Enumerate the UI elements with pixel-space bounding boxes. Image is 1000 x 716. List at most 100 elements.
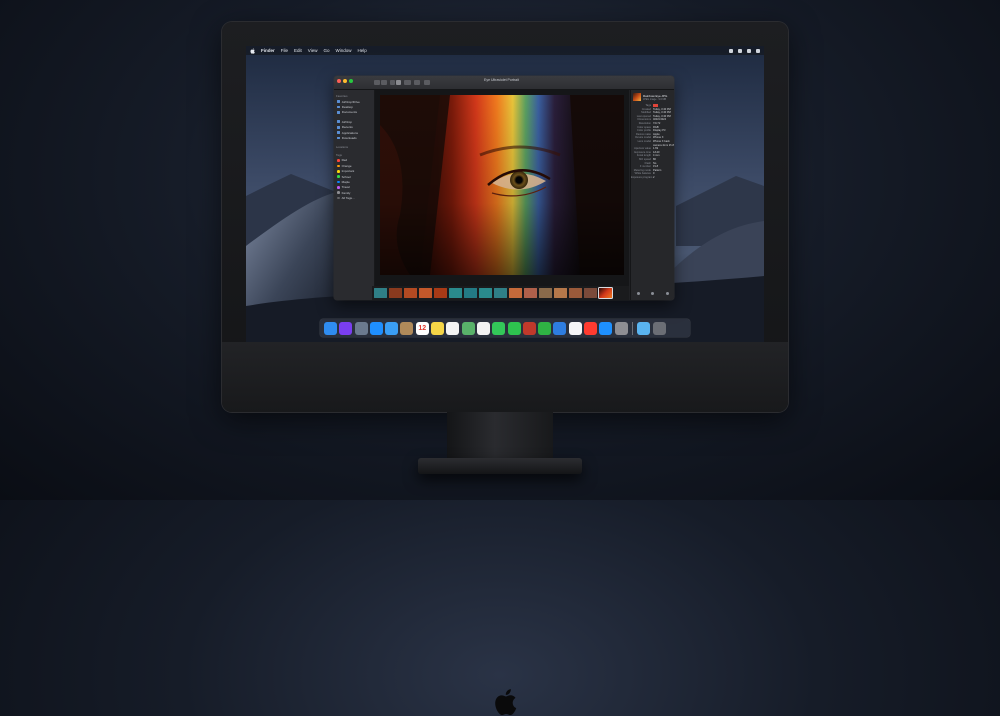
thumbnail[interactable] — [389, 288, 402, 298]
menu-app-name[interactable]: Finder — [261, 48, 275, 53]
tags-button[interactable] — [424, 80, 430, 85]
dock-facetime-icon[interactable] — [507, 321, 521, 335]
apple-menu-icon[interactable] — [250, 47, 255, 54]
dock-mail-icon[interactable] — [385, 321, 399, 335]
tag-label: Family — [341, 190, 351, 195]
forward-button[interactable] — [381, 80, 387, 85]
tag-color-dot — [337, 186, 340, 189]
dock: 12 — [320, 319, 690, 337]
back-button[interactable] — [374, 80, 380, 85]
dock-keynote-icon[interactable] — [553, 321, 567, 335]
cloud-icon — [337, 100, 340, 104]
sidebar-item-downloads[interactable]: Downloads — [334, 135, 374, 140]
window-titlebar[interactable]: Eye Ultraviolet Portrait — [334, 76, 674, 90]
menu-go[interactable]: Go — [323, 48, 329, 53]
thumbnail[interactable] — [509, 288, 522, 298]
menu-edit[interactable]: Edit — [294, 48, 302, 53]
thumbnail[interactable] — [539, 288, 552, 298]
thumbnail[interactable] — [524, 288, 537, 298]
spotlight-icon[interactable] — [747, 48, 751, 53]
dock-messages-icon[interactable] — [492, 321, 506, 335]
finder-window: Eye Ultraviolet Portrait Favorites AirDr… — [334, 76, 674, 300]
menu-bar: Finder File Edit View Go Window Help — [246, 46, 764, 55]
sidebar-item-label: Desktop — [341, 105, 353, 110]
sidebar: Favorites AirDrop/Drive Desktop Document… — [334, 90, 375, 300]
share-button[interactable] — [414, 80, 420, 85]
dock-downloads-icon[interactable] — [637, 321, 651, 335]
dock-icon-glyph: 12 — [418, 324, 427, 332]
sidebar-section-locations: Locations — [336, 144, 348, 149]
thumbnail-strip — [372, 286, 629, 300]
sidebar-item-label: AirDrop/Drive — [341, 99, 360, 104]
menu-view[interactable]: View — [308, 48, 318, 53]
apple-logo — [495, 689, 517, 716]
dock-photos-icon[interactable] — [476, 321, 490, 335]
tag-label: Red — [341, 158, 348, 163]
rotate-left-icon[interactable] — [636, 291, 640, 295]
sidebar-item-label: AirDrop — [341, 119, 352, 124]
close-button[interactable] — [337, 79, 341, 83]
tag-color-dot — [337, 180, 340, 184]
menu-help[interactable]: Help — [358, 48, 367, 53]
dock-app-store-icon[interactable] — [599, 321, 613, 335]
dock-notes-icon[interactable] — [431, 321, 445, 335]
more-icon[interactable] — [666, 291, 670, 295]
file-name: Rainbow Eye.JPG — [643, 93, 668, 98]
dock-finder-icon[interactable] — [324, 321, 337, 335]
view-gallery-button[interactable] — [396, 80, 401, 85]
sidebar-tag-all[interactable]: All Tags... — [334, 195, 374, 200]
markup-icon[interactable] — [651, 291, 655, 295]
status-menus — [729, 48, 760, 53]
file-thumbnail — [633, 93, 641, 101]
thumbnail[interactable] — [374, 288, 387, 298]
dock-launchpad-icon[interactable] — [354, 321, 368, 335]
view-icon-button[interactable] — [390, 80, 395, 85]
preview-pane: Rainbow Eye.JPG JPEG image · 9.6 MB Tags… — [630, 90, 674, 300]
dock-trash-icon[interactable] — [652, 321, 666, 335]
dock-safari-icon[interactable] — [369, 321, 383, 335]
thumbnail[interactable] — [434, 288, 447, 298]
dock-photo-booth-icon[interactable] — [522, 321, 536, 335]
dock-contacts-icon[interactable] — [400, 321, 414, 335]
thumbnail[interactable] — [569, 288, 582, 298]
dock-numbers-icon[interactable] — [538, 321, 552, 335]
thumbnail[interactable] — [464, 288, 477, 298]
metadata-key: Exposure program — [631, 175, 653, 179]
menu-window[interactable]: Window — [336, 48, 352, 53]
sidebar-item-label: Recents — [341, 125, 353, 130]
gallery-preview[interactable] — [375, 90, 629, 287]
zoom-button[interactable] — [349, 79, 353, 83]
battery-icon[interactable] — [738, 48, 742, 53]
thumbnail[interactable] — [554, 288, 567, 298]
thumbnail[interactable] — [584, 288, 597, 298]
tag-color-dot — [337, 191, 340, 195]
tag-color-dot — [337, 196, 340, 200]
applications-icon — [337, 131, 340, 135]
dock-news-icon[interactable] — [584, 321, 598, 335]
file-info: JPEG image · 9.6 MB — [643, 97, 667, 101]
thumbnail[interactable] — [479, 288, 492, 298]
menu-file[interactable]: File — [281, 48, 288, 53]
tag-label: Travel — [341, 185, 350, 190]
dock-system-preferences-icon[interactable] — [614, 321, 628, 335]
sidebar-item-label: Documents — [341, 110, 357, 115]
dock-siri-icon[interactable] — [339, 321, 353, 335]
dock-calendar-icon[interactable]: 12 — [415, 321, 429, 335]
thumbnail[interactable] — [494, 288, 507, 298]
tag-badge[interactable] — [653, 104, 658, 107]
thumbnail[interactable] — [419, 288, 432, 298]
tag-label: Important — [341, 169, 355, 174]
dock-itunes-icon[interactable] — [568, 321, 582, 335]
tag-label: All Tags... — [341, 196, 355, 201]
minimize-button[interactable] — [343, 79, 347, 83]
tag-color-dot — [337, 164, 340, 168]
notification-center-icon[interactable] — [756, 48, 760, 53]
clock-icon — [337, 125, 340, 129]
wifi-icon[interactable] — [729, 48, 733, 53]
dock-reminders-icon[interactable] — [446, 321, 460, 335]
thumbnail[interactable] — [404, 288, 417, 298]
thumbnail[interactable] — [449, 288, 462, 298]
dock-maps-icon[interactable] — [461, 321, 475, 335]
thumbnail-selected[interactable] — [598, 287, 613, 299]
group-button[interactable] — [404, 80, 411, 85]
